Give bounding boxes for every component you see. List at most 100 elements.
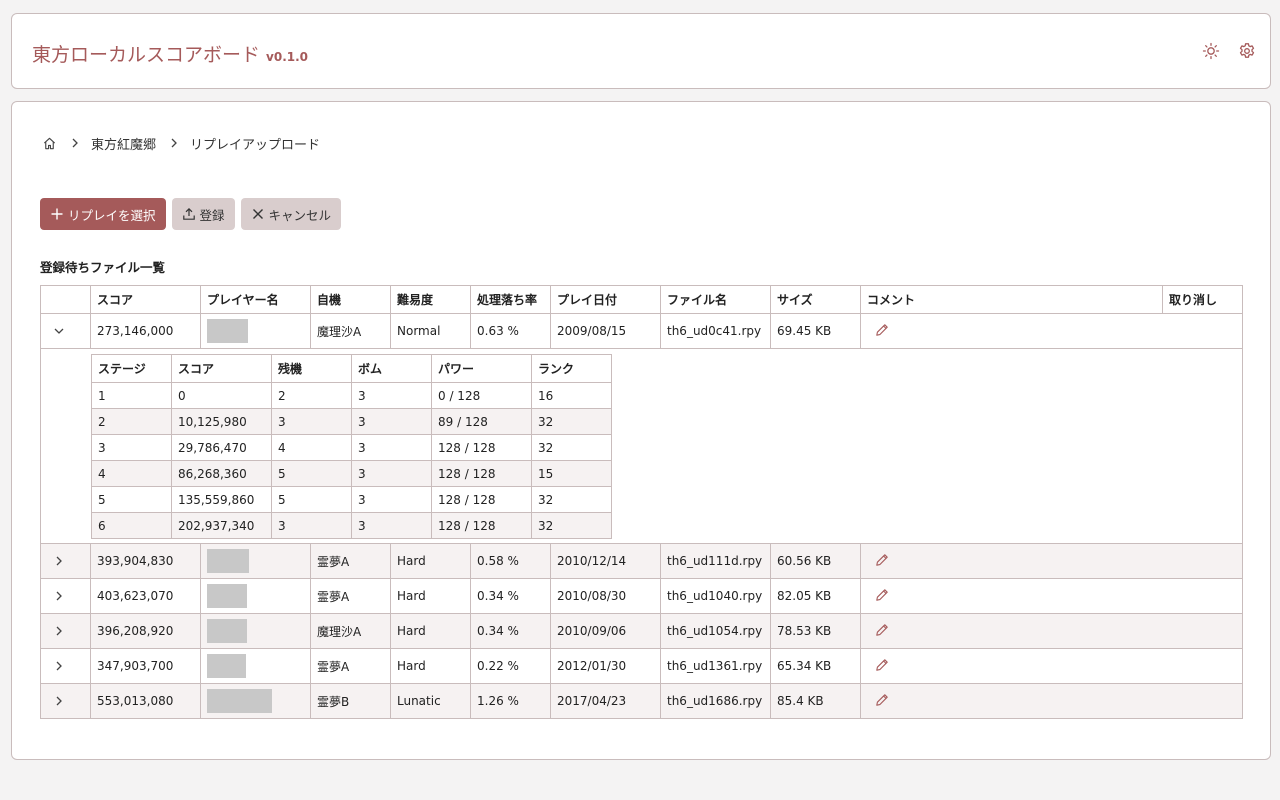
register-button[interactable]: 登録: [171, 198, 235, 230]
column-header[interactable]: プレイ日付: [550, 285, 661, 314]
player-name-cell: [200, 683, 311, 719]
stage-cell: 0 / 128: [431, 382, 532, 409]
stage-cell: 3: [351, 434, 432, 461]
stage-cell: 6: [91, 512, 172, 539]
expand-row-toggle[interactable]: [40, 648, 91, 684]
column-header[interactable]: スコア: [90, 285, 201, 314]
stage-cell: 15: [531, 460, 612, 487]
table-row: 403,623,070 霊夢A Hard 0.34 % 2010/08/30 th6_ud…: [40, 578, 1243, 614]
pencil-icon[interactable]: [875, 658, 889, 672]
player-name-redacted: [207, 319, 248, 343]
stage-cell: 32: [531, 408, 612, 435]
difficulty-cell: Hard: [390, 648, 471, 684]
comment-cell: [860, 543, 1243, 579]
column-header[interactable]: プレイヤー名: [200, 285, 311, 314]
column-header[interactable]: 処理落ち率: [470, 285, 551, 314]
collapse-row-toggle[interactable]: [40, 313, 91, 349]
pencil-icon[interactable]: [875, 623, 889, 637]
app-title: 東方ローカルスコアボード v0.1.0: [32, 40, 308, 67]
select-replay-button[interactable]: リプレイを選択: [40, 198, 166, 230]
stage-cell: 202,937,340: [171, 512, 272, 539]
pending-files-table-wrap: スコア プレイヤー名 自機 難易度 処理落ち率 プレイ日付 ファイル名 サイズ …: [40, 285, 1243, 719]
breadcrumb-item-game[interactable]: 東方紅魔郷: [91, 134, 156, 153]
slowdown-cell: 0.34 %: [470, 578, 551, 614]
stage-cell: 4: [271, 434, 352, 461]
difficulty-cell: Normal: [390, 313, 471, 349]
stage-cell: 32: [531, 486, 612, 513]
stage-cell: 3: [271, 512, 352, 539]
stage-cell: 0: [171, 382, 272, 409]
pencil-icon[interactable]: [875, 588, 889, 602]
expand-row-toggle[interactable]: [40, 578, 91, 614]
chevron-down-icon: [47, 325, 84, 337]
player-name-redacted: [207, 549, 249, 573]
stage-cell: 16: [531, 382, 612, 409]
stage-cell: 3: [351, 408, 432, 435]
filename-cell: th6_ud0c41.rpy: [660, 313, 771, 349]
expand-row-toggle[interactable]: [40, 613, 91, 649]
expand-column-header: [40, 285, 91, 314]
score-cell: 403,623,070: [90, 578, 201, 614]
stage-column-header: ボム: [351, 354, 432, 383]
stage-detail-row: ステージ スコア 残機 ボム パワー ランク 1 0 2 3 0 / 128 16 2 10,125,98…: [40, 348, 1243, 544]
stage-row: 10230 / 128 16: [91, 382, 612, 409]
cancel-button[interactable]: キャンセル: [240, 198, 342, 230]
character-cell: 霊夢A: [310, 578, 391, 614]
player-name-cell: [200, 578, 311, 614]
stage-cell: 29,786,470: [171, 434, 272, 461]
stage-cell: 128 / 128: [431, 512, 532, 539]
chevron-right-icon: [47, 590, 84, 602]
difficulty-cell: Hard: [390, 613, 471, 649]
stage-cell: 4: [91, 460, 172, 487]
stage-cell: 128 / 128: [431, 460, 532, 487]
table-row: 347,903,700 霊夢A Hard 0.22 % 2012/01/30 th6_ud…: [40, 648, 1243, 684]
expand-row-toggle[interactable]: [40, 683, 91, 719]
column-header[interactable]: ファイル名: [660, 285, 771, 314]
character-cell: 魔理沙A: [310, 313, 391, 349]
close-icon: [252, 209, 263, 219]
date-cell: 2017/04/23: [550, 683, 661, 719]
slowdown-cell: 0.63 %: [470, 313, 551, 349]
player-name-redacted: [207, 654, 246, 678]
breadcrumb: 東方紅魔郷 リプレイアップロード: [42, 134, 320, 153]
comment-cell: [860, 613, 1243, 649]
stage-column-header: スコア: [171, 354, 272, 383]
home-icon[interactable]: [42, 136, 57, 151]
comment-cell: [860, 578, 1243, 614]
stage-cell: 86,268,360: [171, 460, 272, 487]
table-row: 273,146,000 魔理沙A Normal 0.63 % 2009/08/15 th6…: [40, 313, 1243, 349]
slowdown-cell: 0.22 %: [470, 648, 551, 684]
table-row: 553,013,080 霊夢B Lunatic 1.26 % 2017/04/23 th6…: [40, 683, 1243, 719]
sun-icon[interactable]: [1202, 42, 1220, 60]
stage-row: 3 29,786,470 4 3 128 / 128 32: [91, 434, 612, 461]
stage-column-header: 残機: [271, 354, 352, 383]
gear-icon[interactable]: [1238, 42, 1256, 60]
stage-cell: 128 / 128: [431, 486, 532, 513]
stage-cell: 89 / 128: [431, 408, 532, 435]
stage-table: ステージ スコア 残機 ボム パワー ランク 1 0 2 3 0 / 128 16 2 10,125,98…: [91, 354, 612, 539]
date-cell: 2012/01/30: [550, 648, 661, 684]
expand-row-toggle[interactable]: [40, 543, 91, 579]
select-replay-label: リプレイを選択: [68, 207, 156, 223]
pencil-icon[interactable]: [875, 693, 889, 707]
player-name-redacted: [207, 689, 272, 713]
table-header-row: スコア プレイヤー名 自機 難易度 処理落ち率 プレイ日付 ファイル名 サイズ …: [40, 285, 1243, 314]
stage-row: 5 135,559,860 5 3 128 / 128 32: [91, 486, 612, 513]
main-panel: 東方紅魔郷 リプレイアップロード リプレイを選択 登録 キャンセル 登録待ちファ…: [11, 101, 1271, 760]
date-cell: 2010/08/30: [550, 578, 661, 614]
stage-cell: 32: [531, 434, 612, 461]
slowdown-cell: 0.34 %: [470, 613, 551, 649]
column-header[interactable]: 難易度: [390, 285, 471, 314]
cancel-label: キャンセル: [268, 207, 332, 223]
chevron-right-icon: [69, 137, 81, 149]
comment-cell: [860, 313, 1243, 349]
column-header[interactable]: サイズ: [770, 285, 861, 314]
stage-column-header: ランク: [531, 354, 612, 383]
date-cell: 2010/09/06: [550, 613, 661, 649]
stage-cell: 3: [351, 512, 432, 539]
stage-cell: 3: [351, 486, 432, 513]
pencil-icon[interactable]: [875, 323, 889, 337]
upload-icon: [182, 207, 195, 220]
pencil-icon[interactable]: [875, 553, 889, 567]
column-header[interactable]: 自機: [310, 285, 391, 314]
